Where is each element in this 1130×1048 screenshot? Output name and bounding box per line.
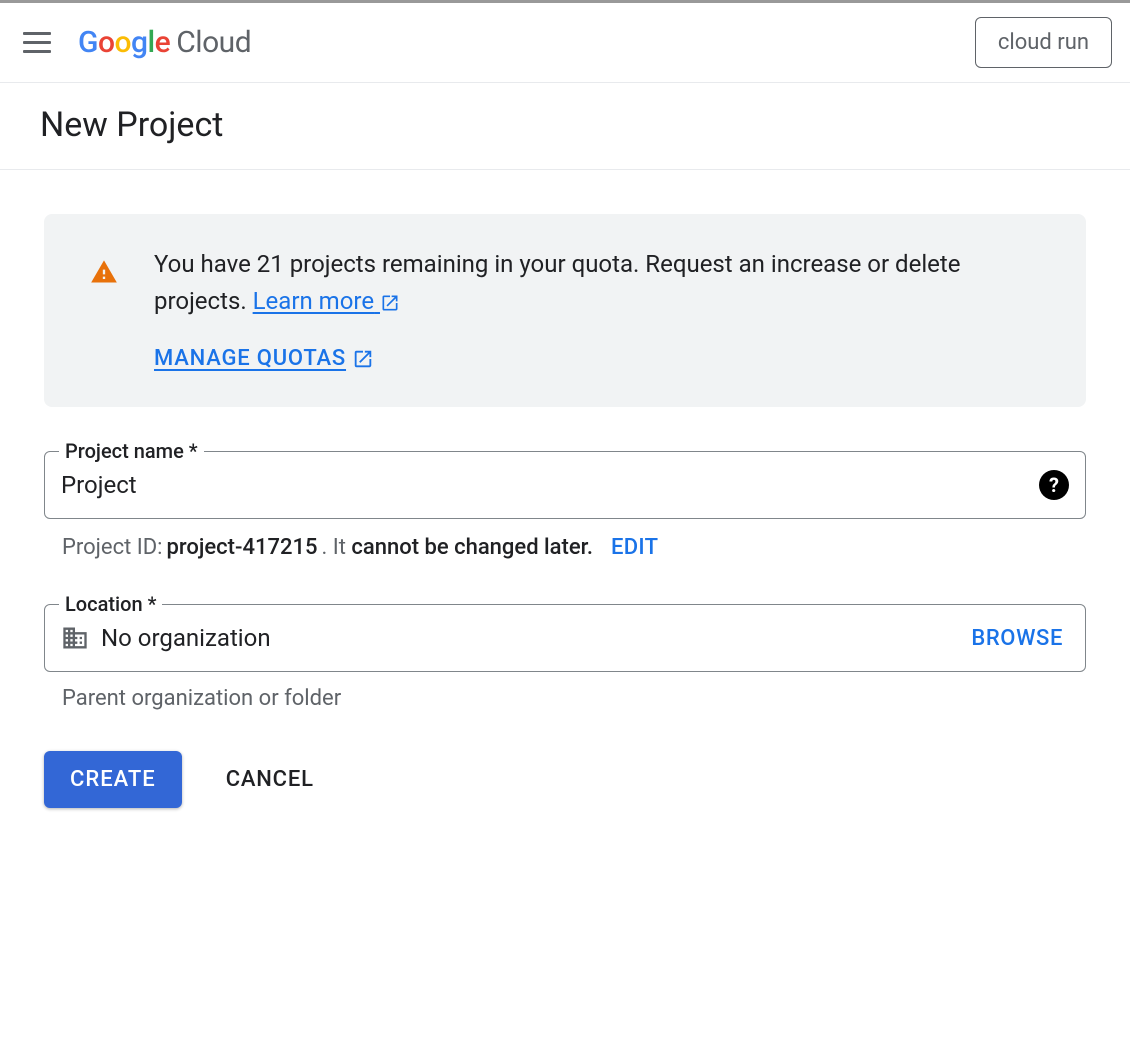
project-id-warning: . It cannot be changed later. <box>321 535 593 560</box>
external-link-icon <box>380 293 400 313</box>
help-icon[interactable]: ? <box>1039 470 1069 500</box>
external-link-icon <box>352 348 374 370</box>
location-helper-text: Parent organization or folder <box>44 686 1086 711</box>
button-row: CREATE CANCEL <box>44 751 1086 808</box>
warning-icon <box>90 258 118 286</box>
project-id-label: Project ID: <box>62 535 163 560</box>
page-title-bar: New Project <box>0 83 1130 170</box>
quota-action-row: MANAGE QUOTAS <box>154 346 1058 371</box>
project-name-input[interactable] <box>61 471 1039 499</box>
page-title: New Project <box>40 105 1090 145</box>
location-group: Location * BROWSE Parent organization or… <box>44 604 1086 711</box>
quota-message: You have 21 projects remaining in your q… <box>154 246 1058 320</box>
cancel-button[interactable]: CANCEL <box>226 767 314 792</box>
project-name-field[interactable]: Project name * ? <box>44 451 1086 519</box>
organization-icon <box>61 624 89 652</box>
quota-content: You have 21 projects remaining in your q… <box>154 246 1058 371</box>
project-name-label: Project name * <box>59 439 204 463</box>
search-box[interactable]: cloud run <box>975 17 1112 68</box>
google-cloud-logo[interactable]: Google Cloud <box>78 25 251 60</box>
project-name-group: Project name * ? Project ID: project-417… <box>44 451 1086 560</box>
edit-project-id-link[interactable]: EDIT <box>611 535 658 560</box>
create-button[interactable]: CREATE <box>44 751 182 808</box>
top-bar: Google Cloud cloud run <box>0 3 1130 83</box>
project-id-helper: Project ID: project-417215 . It cannot b… <box>44 535 1086 560</box>
content-area: You have 21 projects remaining in your q… <box>0 170 1130 852</box>
menu-icon[interactable] <box>18 25 54 61</box>
browse-button[interactable]: BROWSE <box>971 626 1069 651</box>
location-input[interactable] <box>101 624 971 652</box>
quota-warning-box: You have 21 projects remaining in your q… <box>44 214 1086 407</box>
location-label: Location * <box>59 592 162 616</box>
learn-more-link[interactable]: Learn more <box>253 287 400 315</box>
manage-quotas-link[interactable]: MANAGE QUOTAS <box>154 346 374 371</box>
project-id-value: project-417215 <box>167 535 318 560</box>
logo-product-text: Cloud <box>176 25 251 60</box>
location-field[interactable]: Location * BROWSE <box>44 604 1086 672</box>
